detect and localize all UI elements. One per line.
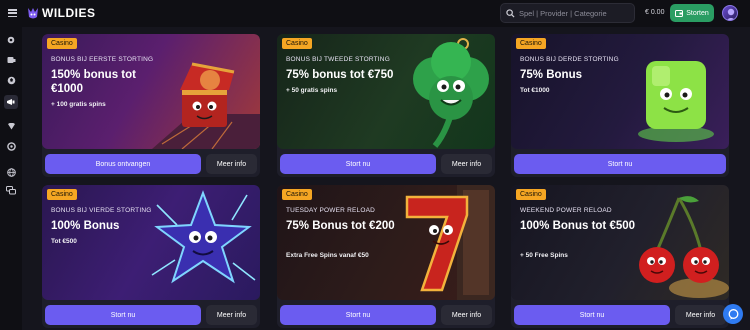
search-input[interactable] xyxy=(519,8,629,18)
casino-icon[interactable] xyxy=(4,53,18,67)
clover-illustration xyxy=(413,38,489,148)
treasure-chest-illustration xyxy=(152,62,260,149)
more-info-button[interactable]: Meer info xyxy=(441,154,492,174)
category-tag: Casino xyxy=(282,38,312,49)
promotions-grid: Casino BONUS BIJ EERSTE STORTING 150% bo… xyxy=(22,27,750,330)
deposit-now-button[interactable]: Stort nu xyxy=(514,305,670,325)
search-bar[interactable] xyxy=(500,3,635,23)
brand-name: WILDIES xyxy=(42,6,96,20)
avatar[interactable] xyxy=(722,5,738,21)
language-icon[interactable] xyxy=(4,165,18,179)
promo-card: Casino BONUS BIJ EERSTE STORTING 150% bo… xyxy=(42,34,260,177)
promo-banner[interactable]: Casino BONUS BIJ VIERDE STORTING 100% Bo… xyxy=(42,185,260,300)
sports-icon[interactable] xyxy=(4,73,18,87)
promo-title: 150% bonus tot €1000 xyxy=(51,69,136,95)
category-tag: Casino xyxy=(47,38,77,49)
promo-extra: + 50 Free Spins xyxy=(520,252,568,259)
promo-banner[interactable]: Casino TUESDAY POWER RELOAD 75% Bonus to… xyxy=(277,185,495,300)
deposit-label: Storten xyxy=(686,9,709,17)
promo-title: 75% Bonus xyxy=(520,69,582,81)
search-icon xyxy=(506,8,515,18)
promo-extra: + 100 gratis spins xyxy=(51,101,106,108)
promo-subtitle: BONUS BIJ DERDE STORTING xyxy=(520,56,619,63)
slime-cube-illustration xyxy=(638,61,714,142)
promo-subtitle: BONUS BIJ TWEEDE STORTING xyxy=(286,56,390,63)
sidebar xyxy=(0,27,22,330)
promo-subtitle: WEEKEND POWER RELOAD xyxy=(520,207,612,214)
promo-title: 75% Bonus tot €200 xyxy=(286,220,395,232)
support-chat-icon[interactable] xyxy=(4,183,18,197)
bonus-icon[interactable] xyxy=(4,33,18,47)
promo-title: 100% Bonus xyxy=(51,220,120,232)
promo-banner[interactable]: Casino BONUS BIJ TWEEDE STORTING 75% bon… xyxy=(277,34,495,149)
more-info-button[interactable]: Meer info xyxy=(675,305,726,325)
menu-icon[interactable] xyxy=(8,9,17,17)
deposit-button[interactable]: Storten xyxy=(670,4,714,22)
deposit-now-button[interactable]: Stort nu xyxy=(280,305,436,325)
category-tag: Casino xyxy=(516,189,546,200)
promotions-icon[interactable] xyxy=(4,95,18,109)
promo-extra: + 50 gratis spins xyxy=(286,87,338,94)
category-tag: Casino xyxy=(516,38,546,49)
lucky-seven-illustration xyxy=(405,185,495,300)
claim-bonus-button[interactable]: Bonus ontvangen xyxy=(45,154,201,174)
promo-title: 75% bonus tot €750 xyxy=(286,69,394,81)
promo-card: Casino WEEKEND POWER RELOAD 100% Bonus t… xyxy=(511,185,729,328)
promo-banner[interactable]: Casino WEEKEND POWER RELOAD 100% Bonus t… xyxy=(511,185,729,300)
promo-subtitle: TUESDAY POWER RELOAD xyxy=(286,207,375,214)
deposit-now-button[interactable]: Stort nu xyxy=(45,305,201,325)
logo[interactable]: WILDIES xyxy=(27,6,96,20)
live-chat-button[interactable] xyxy=(723,304,743,324)
promo-banner[interactable]: Casino BONUS BIJ EERSTE STORTING 150% bo… xyxy=(42,34,260,149)
promo-card: Casino BONUS BIJ VIERDE STORTING 100% Bo… xyxy=(42,185,260,328)
promo-extra: Tot €500 xyxy=(51,238,77,245)
top-bar: WILDIES € 0.00 Storten xyxy=(0,0,750,27)
cherries-illustration xyxy=(639,196,729,298)
wallet-icon xyxy=(675,9,684,17)
vip-icon[interactable] xyxy=(4,119,18,133)
promo-extra: Extra Free Spins vanaf €50 xyxy=(286,252,369,259)
promo-card: Casino TUESDAY POWER RELOAD 75% Bonus to… xyxy=(277,185,495,328)
category-tag: Casino xyxy=(282,189,312,200)
category-tag: Casino xyxy=(47,189,77,200)
more-info-button[interactable]: Meer info xyxy=(206,305,257,325)
deposit-now-button[interactable]: Stort nu xyxy=(514,154,726,174)
balance: € 0.00 xyxy=(645,9,665,16)
promo-extra: Tot €1000 xyxy=(520,87,550,94)
promo-banner[interactable]: Casino BONUS BIJ DERDE STORTING 75% Bonu… xyxy=(511,34,729,149)
tournament-icon[interactable] xyxy=(4,139,18,153)
more-info-button[interactable]: Meer info xyxy=(206,154,257,174)
promo-card: Casino BONUS BIJ TWEEDE STORTING 75% bon… xyxy=(277,34,495,177)
wildies-logo-icon xyxy=(28,7,38,18)
promo-card: Casino BONUS BIJ DERDE STORTING 75% Bonu… xyxy=(511,34,729,177)
deposit-now-button[interactable]: Stort nu xyxy=(280,154,436,174)
chat-bubble-icon xyxy=(728,308,738,319)
promo-subtitle: BONUS BIJ VIERDE STORTING xyxy=(51,207,152,214)
more-info-button[interactable]: Meer info xyxy=(441,305,492,325)
promo-subtitle: BONUS BIJ EERSTE STORTING xyxy=(51,56,154,63)
star-illustration xyxy=(151,190,256,284)
promo-title: 100% Bonus tot €500 xyxy=(520,220,636,232)
